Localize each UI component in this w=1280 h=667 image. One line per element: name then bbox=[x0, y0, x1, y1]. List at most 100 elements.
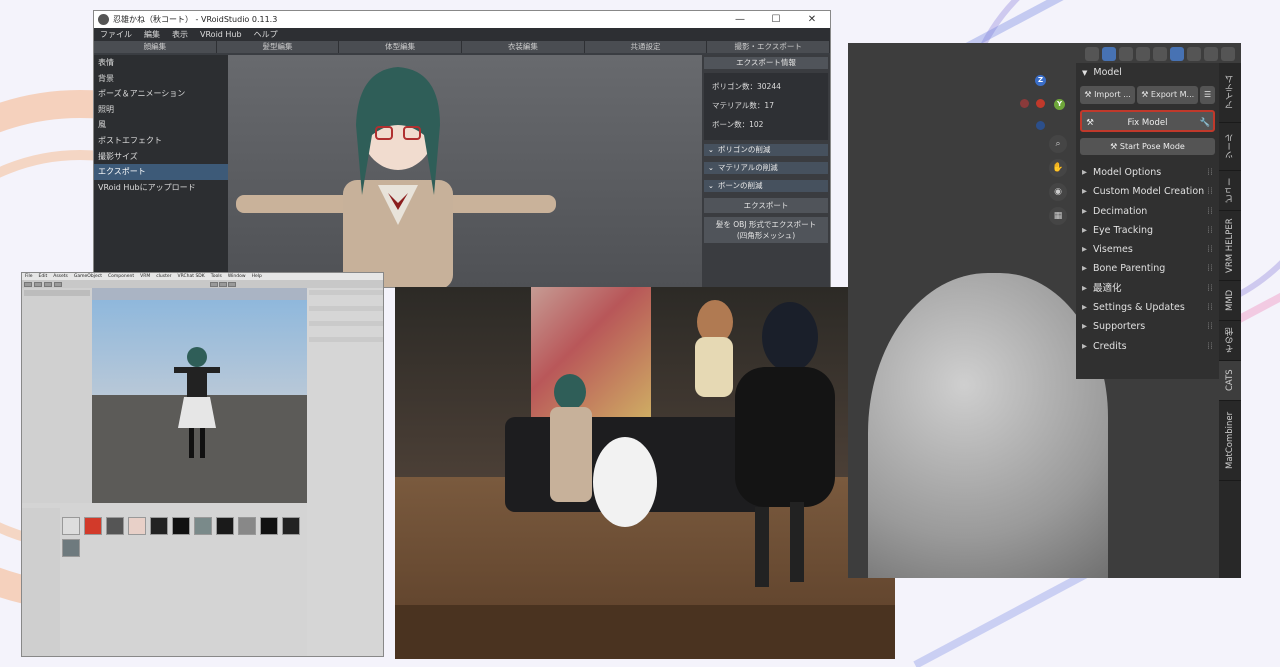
start-pose-mode-button[interactable]: ⚒ Start Pose Mode bbox=[1080, 138, 1215, 155]
tab-hair[interactable]: 髪型編集 bbox=[217, 41, 340, 53]
unity-menu-cluster[interactable]: cluster bbox=[153, 273, 174, 280]
section-model-options[interactable]: ▶ Model Options ⁞⁞ bbox=[1076, 163, 1219, 182]
material-shading-icon[interactable] bbox=[1187, 47, 1201, 61]
axis-z-icon[interactable]: Z bbox=[1035, 75, 1046, 86]
tab-body[interactable]: 体型編集 bbox=[339, 41, 463, 53]
minimize-icon[interactable]: — bbox=[722, 14, 758, 25]
zoom-icon[interactable]: ⌕ bbox=[1049, 135, 1067, 153]
tab-matcombiner[interactable]: MatCombiner bbox=[1219, 401, 1241, 481]
unity-menu-gameobject[interactable]: GameObject bbox=[71, 273, 105, 280]
import-button[interactable]: ⚒ Import ... bbox=[1080, 86, 1136, 104]
unity-menu-vrchat-sdk[interactable]: VRChat SDK bbox=[175, 273, 208, 280]
unity-scene-view[interactable] bbox=[92, 288, 307, 503]
menu-edit[interactable]: 編集 bbox=[138, 29, 166, 40]
section-bone-parenting[interactable]: ▶ Bone Parenting ⁞⁞ bbox=[1076, 259, 1219, 278]
section-custom-model-creation[interactable]: ▶ Custom Model Creation ⁞⁞ bbox=[1076, 182, 1219, 201]
drag-handle-icon[interactable]: ⁞⁞ bbox=[1207, 298, 1213, 317]
drag-handle-icon[interactable]: ⁞⁞ bbox=[1207, 240, 1213, 259]
menu-help[interactable]: ヘルプ bbox=[248, 29, 284, 40]
scale-tool-icon[interactable] bbox=[54, 281, 62, 287]
nav-item-pose[interactable]: ポーズ＆アニメーション bbox=[94, 86, 228, 102]
tab-cats[interactable]: CATS bbox=[1219, 361, 1241, 401]
section-settings-updates[interactable]: ▶ Settings & Updates ⁞⁞ bbox=[1076, 298, 1219, 317]
nav-item-photo-size[interactable]: 撮影サイズ bbox=[94, 149, 228, 165]
chevron-down-icon[interactable] bbox=[1221, 47, 1235, 61]
inspector-row[interactable] bbox=[309, 347, 383, 352]
tab-other[interactable]: その他 bbox=[1219, 321, 1241, 361]
drag-handle-icon[interactable]: ⁞⁞ bbox=[1207, 259, 1213, 278]
tab-tool[interactable]: ツール bbox=[1219, 123, 1241, 171]
project-tree[interactable] bbox=[22, 508, 60, 656]
asset-thumbnail[interactable] bbox=[84, 517, 102, 535]
tab-face[interactable]: 顔編集 bbox=[94, 41, 217, 53]
export-model-button[interactable]: ⚒ Export M... bbox=[1137, 86, 1199, 104]
drag-handle-icon[interactable]: ⁞⁞ bbox=[1207, 182, 1213, 201]
nav-item-lighting[interactable]: 照明 bbox=[94, 102, 228, 118]
model-panel-header[interactable]: ▼ Model bbox=[1076, 63, 1219, 83]
vroid-3d-viewport[interactable] bbox=[228, 55, 702, 287]
fold-polygon-reduction[interactable]: ⌄ ポリゴンの削減 bbox=[704, 144, 828, 156]
asset-thumbnail[interactable] bbox=[106, 517, 124, 535]
asset-thumbnail[interactable] bbox=[128, 517, 146, 535]
pause-icon[interactable] bbox=[218, 281, 227, 287]
drag-handle-icon[interactable]: ⁞⁞ bbox=[1207, 163, 1213, 182]
pan-hand-icon[interactable]: ✋ bbox=[1049, 159, 1067, 177]
tab-vrm-helper[interactable]: VRM HELPER bbox=[1219, 211, 1241, 281]
tab-outfit[interactable]: 衣装編集 bbox=[462, 41, 585, 53]
section-supporters[interactable]: ▶ Supporters ⁞⁞ bbox=[1076, 317, 1219, 336]
move-tool-icon[interactable] bbox=[34, 281, 42, 287]
unity-menu-edit[interactable]: Edit bbox=[36, 273, 51, 280]
step-icon[interactable] bbox=[227, 281, 236, 287]
asset-thumbnail[interactable] bbox=[260, 517, 278, 535]
tab-view[interactable]: ビュー bbox=[1219, 171, 1241, 211]
gizmo-toggle-icon[interactable] bbox=[1102, 47, 1116, 61]
tab-common[interactable]: 共通設定 bbox=[585, 41, 708, 53]
maximize-icon[interactable]: ☐ bbox=[758, 14, 794, 25]
drag-handle-icon[interactable]: ⁞⁞ bbox=[1207, 202, 1213, 221]
xray-icon[interactable] bbox=[1136, 47, 1150, 61]
tab-mmd[interactable]: MMD bbox=[1219, 281, 1241, 321]
nav-item-wind[interactable]: 風 bbox=[94, 117, 228, 133]
nav-item-background[interactable]: 背景 bbox=[94, 71, 228, 87]
camera-icon[interactable]: ◉ bbox=[1049, 183, 1067, 201]
asset-thumbnail[interactable] bbox=[282, 517, 300, 535]
wireframe-shading-icon[interactable] bbox=[1153, 47, 1167, 61]
fix-model-button[interactable]: ⚒ Fix Model 🔧 bbox=[1080, 110, 1215, 132]
nav-item-post-effect[interactable]: ポストエフェクト bbox=[94, 133, 228, 149]
asset-thumbnail[interactable] bbox=[150, 517, 168, 535]
tab-item[interactable]: アイテム bbox=[1219, 63, 1241, 123]
export-button[interactable]: エクスポート bbox=[704, 198, 828, 213]
export-hair-obj-button[interactable]: 髪を OBJ 形式でエクスポート (四角形メッシュ) bbox=[704, 217, 828, 243]
asset-thumbnail[interactable] bbox=[216, 517, 234, 535]
drag-handle-icon[interactable]: ⁞⁞ bbox=[1207, 317, 1213, 336]
wrench-icon[interactable]: 🔧 bbox=[1197, 112, 1213, 130]
section-decimation[interactable]: ▶ Decimation ⁞⁞ bbox=[1076, 202, 1219, 221]
unity-menu-file[interactable]: File bbox=[22, 273, 36, 280]
navigation-gizmo[interactable]: Z Y bbox=[1020, 73, 1076, 133]
unity-menu-tools[interactable]: Tools bbox=[208, 273, 225, 280]
asset-thumbnail[interactable] bbox=[194, 517, 212, 535]
drag-handle-icon[interactable]: ⁞⁞ bbox=[1207, 279, 1213, 298]
unity-hierarchy-panel[interactable] bbox=[22, 288, 92, 506]
fold-bone-reduction[interactable]: ⌄ ボーンの削減 bbox=[704, 180, 828, 192]
axis-x-neg-icon[interactable] bbox=[1020, 99, 1029, 108]
unity-menu-window[interactable]: Window bbox=[225, 273, 249, 280]
asset-thumbnail[interactable] bbox=[238, 517, 256, 535]
section-credits[interactable]: ▶ Credits ⁞⁞ bbox=[1076, 337, 1219, 356]
hand-tool-icon[interactable] bbox=[24, 281, 32, 287]
rendered-shading-icon[interactable] bbox=[1204, 47, 1218, 61]
drag-handle-icon[interactable]: ⁞⁞ bbox=[1207, 221, 1213, 240]
play-icon[interactable] bbox=[209, 281, 218, 287]
unity-menu-help[interactable]: Help bbox=[249, 273, 265, 280]
view-object-icon[interactable] bbox=[1085, 47, 1099, 61]
rotate-tool-icon[interactable] bbox=[44, 281, 52, 287]
tab-photo-export[interactable]: 撮影・エクスポート bbox=[707, 41, 830, 53]
nav-item-expression[interactable]: 表情 bbox=[94, 55, 228, 71]
nav-item-upload-hub[interactable]: VRoid Hubにアップロード bbox=[94, 180, 228, 196]
grid-view-icon[interactable]: ▦ bbox=[1049, 207, 1067, 225]
section-optimization[interactable]: ▶ 最適化 ⁞⁞ bbox=[1076, 279, 1219, 298]
axis-y-icon[interactable]: Y bbox=[1054, 99, 1065, 110]
asset-thumbnail[interactable] bbox=[172, 517, 190, 535]
menu-icon[interactable]: ☰ bbox=[1200, 86, 1215, 104]
menu-file[interactable]: ファイル bbox=[94, 29, 138, 40]
